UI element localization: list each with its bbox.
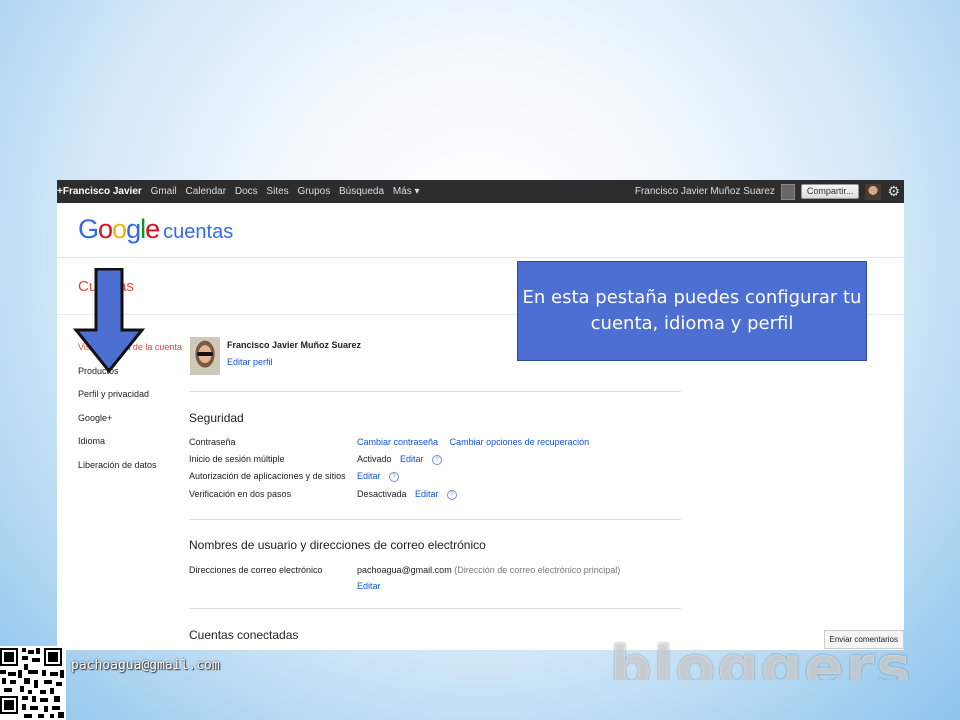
screenshot-frame: +Francisco Javier Gmail Calendar Docs Si… (57, 180, 904, 650)
section-divider (189, 519, 681, 520)
photo-glasses (197, 352, 213, 356)
connected-accounts-title: Cuentas conectadas (189, 628, 299, 642)
logo-subtitle: cuentas (163, 221, 234, 243)
security-row-authorization: Autorización de aplicaciones y de sitios… (189, 471, 681, 488)
row-label: Autorización de aplicaciones y de sitios (189, 471, 346, 481)
security-row-two-step: Verificación en dos pasos Desactivada Ed… (189, 489, 681, 506)
callout-text: En esta pestaña puedes configurar tu cue… (522, 287, 862, 334)
top-link-sites[interactable]: Sites (266, 186, 288, 197)
profile-photo[interactable] (190, 337, 220, 375)
bloggers-watermark: bloggers (610, 633, 913, 680)
top-bar-links: +Francisco Javier Gmail Calendar Docs Si… (57, 180, 426, 203)
edit-profile-link[interactable]: Editar perfil (227, 357, 273, 367)
security-row-password: Contraseña Cambiar contraseña Cambiar op… (189, 437, 681, 454)
status-text: Activado (357, 454, 392, 464)
top-bar-account: Francisco Javier Muñoz Suarez Compartir.… (635, 180, 904, 203)
notifications-icon[interactable] (780, 183, 795, 200)
sidebar-item-idioma[interactable]: Idioma (78, 436, 182, 460)
help-icon[interactable]: ? (389, 471, 400, 482)
section-divider (189, 608, 681, 609)
edit-link[interactable]: Editar (415, 489, 439, 499)
change-password-link[interactable]: Cambiar contraseña (357, 437, 438, 447)
security-title: Seguridad (189, 411, 244, 425)
footer-email: pachoagua@gmail.com (71, 658, 220, 673)
google-cuentas-logo[interactable]: Google cuentas (78, 214, 233, 245)
callout-box: En esta pestaña puedes configurar tu cue… (517, 261, 867, 361)
help-icon[interactable]: ? (432, 454, 443, 465)
recovery-options-link[interactable]: Cambiar opciones de recuperación (450, 437, 590, 447)
top-link-gmail[interactable]: Gmail (151, 186, 177, 197)
row-value: Editar ? (357, 471, 400, 482)
page-header: Google cuentas (57, 203, 904, 258)
email-note: (Dirección de correo electrónico princip… (454, 565, 621, 575)
security-row-multi-login: Inicio de sesión múltiple Activado Edita… (189, 454, 681, 471)
top-link-docs[interactable]: Docs (235, 186, 258, 197)
row-value: Cambiar contraseña Cambiar opciones de r… (357, 437, 589, 447)
row-value: Desactivada Editar ? (357, 489, 458, 500)
top-link-busqueda[interactable]: Búsqueda (339, 186, 384, 197)
help-icon[interactable]: ? (447, 489, 458, 500)
top-link-mas[interactable]: Más ▾ (393, 186, 420, 197)
edit-link[interactable]: Editar (400, 454, 424, 464)
top-link-profile[interactable]: +Francisco Javier (57, 186, 142, 197)
row-value: Activado Editar ? (357, 454, 443, 465)
top-link-calendar[interactable]: Calendar (185, 186, 226, 197)
share-button[interactable]: Compartir... (800, 184, 860, 199)
row-label: Contraseña (189, 437, 236, 447)
section-divider (189, 391, 681, 392)
down-arrow-icon (73, 268, 146, 374)
edit-link[interactable]: Editar (357, 471, 381, 481)
emails-row: Direcciones de correo electrónico pachoa… (189, 565, 681, 599)
email-address: pachoagua@gmail.com (357, 565, 452, 575)
top-link-grupos[interactable]: Grupos (297, 186, 330, 197)
emails-title: Nombres de usuario y direcciones de corr… (189, 538, 486, 552)
gear-icon[interactable]: ⚙ (887, 180, 900, 203)
google-top-bar: +Francisco Javier Gmail Calendar Docs Si… (57, 180, 904, 203)
row-value: pachoagua@gmail.com (Dirección de correo… (357, 565, 620, 575)
row-label: Inicio de sesión múltiple (189, 454, 285, 464)
edit-emails-link[interactable]: Editar (357, 581, 381, 591)
row-label: Verificación en dos pasos (189, 489, 292, 499)
sidebar-item-perfil[interactable]: Perfil y privacidad (78, 389, 182, 413)
profile-name: Francisco Javier Muñoz Suarez (227, 340, 362, 350)
sidebar-item-liberacion[interactable]: Liberación de datos (78, 460, 182, 484)
account-avatar[interactable] (865, 183, 882, 200)
qr-code-icon (0, 646, 66, 720)
account-name[interactable]: Francisco Javier Muñoz Suarez (635, 180, 775, 203)
row-label: Direcciones de correo electrónico (189, 565, 323, 575)
status-text: Desactivada (357, 489, 407, 499)
sidebar-item-google-plus[interactable]: Google+ (78, 413, 182, 437)
